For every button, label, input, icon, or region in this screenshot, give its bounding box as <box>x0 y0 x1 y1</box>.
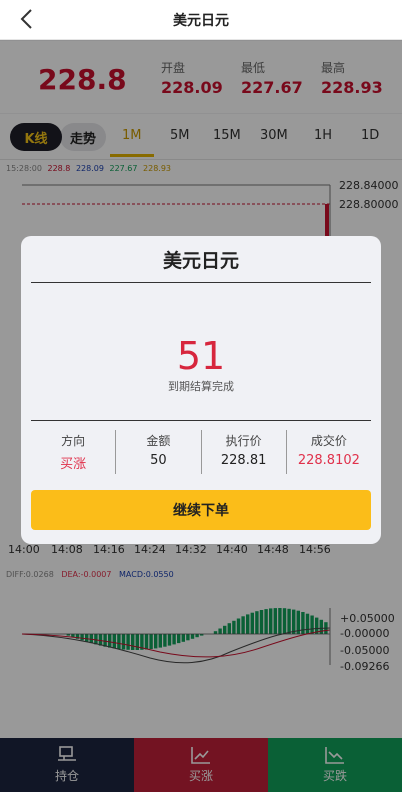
exec-price-label: 执行价 <box>225 434 262 448</box>
detail-deal-price: 成交价 228.8102 <box>287 430 371 474</box>
settlement-dialog: 美元日元 51 到期结算完成 方向 买涨 金额 50 执行价 228.81 成交… <box>21 236 381 544</box>
header: 美元日元 <box>0 0 402 40</box>
exec-price-value: 228.81 <box>220 453 267 468</box>
detail-exec-price: 执行价 228.81 <box>202 430 287 474</box>
direction-label: 方向 <box>61 434 86 448</box>
continue-order-button[interactable]: 继续下单 <box>31 490 371 530</box>
deal-price-value: 228.8102 <box>297 453 360 468</box>
direction-value: 买涨 <box>60 457 87 472</box>
bottom-backdrop <box>0 738 402 792</box>
countdown-number: 51 <box>176 334 226 378</box>
amount-label: 金额 <box>146 434 171 448</box>
order-details: 方向 买涨 金额 50 执行价 228.81 成交价 228.8102 <box>31 430 371 474</box>
amount-value: 50 <box>150 453 167 468</box>
dialog-divider-top <box>31 282 371 283</box>
dialog-divider-bottom <box>31 420 371 421</box>
detail-amount: 金额 50 <box>116 430 202 474</box>
deal-price-label: 成交价 <box>310 434 347 448</box>
settlement-status: 到期结算完成 <box>168 380 234 393</box>
page-title: 美元日元 <box>173 12 229 29</box>
detail-direction: 方向 买涨 <box>31 430 117 474</box>
dialog-title: 美元日元 <box>162 250 239 272</box>
back-arrow-icon[interactable] <box>16 6 38 32</box>
